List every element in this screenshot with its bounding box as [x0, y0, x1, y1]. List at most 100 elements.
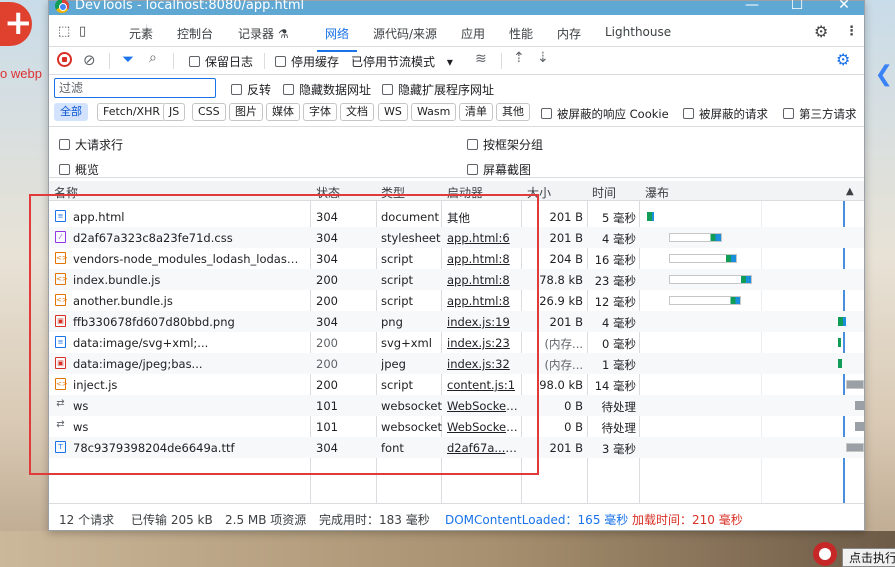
- type-filter-wasm[interactable]: Wasm: [411, 103, 457, 121]
- tab-recorder[interactable]: 记录器 ⚗: [238, 25, 289, 42]
- type-filter-font[interactable]: 字体: [303, 103, 337, 121]
- exec-button[interactable]: 点击执行: [842, 548, 895, 567]
- column-type[interactable]: 类型: [381, 184, 405, 201]
- waterfall-bar[interactable]: [647, 212, 654, 221]
- waterfall-bar[interactable]: [669, 275, 753, 284]
- request-initiator[interactable]: index.js:32: [447, 357, 519, 371]
- column-size[interactable]: 大小: [527, 184, 551, 201]
- column-time[interactable]: 时间: [592, 184, 616, 201]
- request-name[interactable]: d2af67a323c8a23fe71d.css: [73, 231, 305, 245]
- request-name[interactable]: 78c9379398204de6649a.ttf: [73, 441, 305, 455]
- table-row[interactable]: T 78c9379398204de6649a.ttf 304 font d2af67a.…: [49, 437, 864, 458]
- column-initiator[interactable]: 启动器: [447, 184, 483, 201]
- waterfall-bar[interactable]: [669, 254, 737, 263]
- throttle-select[interactable]: 已停用节流模式 ▾: [351, 53, 453, 70]
- request-name[interactable]: ffb330678fd607d80bbd.png: [73, 315, 305, 329]
- blocked-requests-checkbox[interactable]: 被屏蔽的请求: [683, 106, 768, 122]
- waterfall-bar[interactable]: [846, 380, 864, 389]
- table-row[interactable]: <> vendors-node_modules_lodash_lodash_js-…: [49, 248, 864, 269]
- export-har-icon[interactable]: ⇣: [537, 50, 549, 66]
- request-initiator[interactable]: app.html:8: [447, 252, 519, 266]
- waterfall-bar[interactable]: [837, 317, 847, 326]
- table-row[interactable]: ≡ data:image/svg+xml;... 200 svg+xml index.j…: [49, 332, 864, 353]
- type-filter-css[interactable]: CSS: [192, 103, 226, 121]
- table-row[interactable]: ▣ data:image/jpeg;bas... 200 jpeg index.js:3…: [49, 353, 864, 374]
- disable-cache-checkbox[interactable]: 停用缓存: [275, 53, 339, 70]
- request-initiator[interactable]: app.html:6: [447, 231, 519, 245]
- type-filter-ws[interactable]: WS: [378, 103, 408, 121]
- device-toolbar-icon[interactable]: ▯: [79, 24, 86, 39]
- request-initiator[interactable]: app.html:8: [447, 294, 519, 308]
- table-row[interactable]: ⁄ d2af67a323c8a23fe71d.css 304 stylesheet ap…: [49, 227, 864, 248]
- type-filter-fetch-xhr[interactable]: Fetch/XHR: [97, 103, 166, 121]
- request-initiator[interactable]: app.html:8: [447, 273, 519, 287]
- third-party-checkbox[interactable]: 第三方请求: [783, 106, 857, 122]
- request-name[interactable]: index.bundle.js: [73, 273, 305, 287]
- request-initiator[interactable]: index.js:23: [447, 336, 519, 350]
- tab-application[interactable]: 应用: [461, 25, 485, 42]
- table-row[interactable]: <> index.bundle.js 200 script app.html:8 78.8…: [49, 269, 864, 290]
- import-har-icon[interactable]: ⇡: [513, 50, 525, 66]
- type-filter-other[interactable]: 其他: [496, 103, 530, 121]
- maximize-button[interactable]: ☐: [787, 0, 807, 13]
- overview-checkbox[interactable]: 概览: [59, 161, 99, 178]
- screenshots-checkbox[interactable]: 屏幕截图: [467, 161, 531, 178]
- column-name[interactable]: 名称: [54, 184, 78, 201]
- request-name[interactable]: inject.js: [73, 378, 305, 392]
- tab-console[interactable]: 控制台: [177, 25, 213, 42]
- record-stop-icon[interactable]: [57, 52, 72, 67]
- column-status[interactable]: 状态: [316, 184, 340, 201]
- waterfall-bar[interactable]: [669, 233, 722, 242]
- request-initiator[interactable]: WebSocket...: [447, 420, 519, 434]
- table-row[interactable]: ⇄ ws 101 websocket WebSocket... 0 B 待处理: [49, 395, 864, 416]
- inspect-element-icon[interactable]: ⬚: [58, 24, 70, 39]
- hide-extension-urls-checkbox[interactable]: 隐藏扩展程序网址: [382, 81, 494, 98]
- table-row[interactable]: <> another.bundle.js 200 script app.html:8 26…: [49, 290, 864, 311]
- request-name[interactable]: vendors-node_modules_lodash_lodash_js-..…: [73, 252, 305, 266]
- tab-lighthouse[interactable]: Lighthouse: [605, 25, 671, 39]
- type-filter-manifest[interactable]: 清单: [459, 103, 493, 121]
- request-initiator[interactable]: d2af67a....css: [447, 441, 519, 455]
- waterfall-bar[interactable]: [846, 443, 864, 452]
- type-filter-media[interactable]: 媒体: [266, 103, 300, 121]
- preserve-log-checkbox[interactable]: 保留日志: [189, 53, 253, 70]
- tab-elements[interactable]: 元素: [129, 25, 153, 42]
- table-row[interactable]: ▣ ffb330678fd607d80bbd.png 304 png index.js:…: [49, 311, 864, 332]
- request-name[interactable]: ws: [73, 420, 305, 434]
- tab-sources[interactable]: 源代码/来源: [373, 25, 437, 42]
- table-row[interactable]: <> inject.js 200 script content.js:1 98.0 kB 1…: [49, 374, 864, 395]
- tab-performance[interactable]: 性能: [509, 25, 533, 42]
- request-initiator[interactable]: WebSocket...: [447, 399, 519, 413]
- network-settings-gear-icon[interactable]: ⚙: [836, 50, 850, 69]
- search-icon[interactable]: ⌕: [149, 50, 157, 66]
- waterfall-bar[interactable]: [669, 296, 742, 305]
- waterfall-bar[interactable]: [855, 401, 864, 410]
- filter-input[interactable]: [54, 78, 216, 98]
- column-waterfall[interactable]: 瀑布: [645, 184, 669, 201]
- request-name[interactable]: another.bundle.js: [73, 294, 305, 308]
- waterfall-bar[interactable]: [837, 338, 841, 347]
- request-name[interactable]: ws: [73, 399, 305, 413]
- request-name[interactable]: app.html: [73, 210, 305, 224]
- github-icon[interactable]: [813, 542, 837, 566]
- table-row[interactable]: ⇄ ws 101 websocket WebSocket... 0 B 待处理: [49, 416, 864, 437]
- big-rows-checkbox[interactable]: 大请求行: [59, 136, 123, 153]
- request-initiator[interactable]: index.js:19: [447, 315, 519, 329]
- type-filter-all[interactable]: 全部: [54, 103, 88, 121]
- waterfall-bar[interactable]: [837, 359, 843, 368]
- type-filter-js[interactable]: JS: [163, 103, 186, 121]
- settings-gear-icon[interactable]: ⚙: [814, 22, 828, 41]
- tab-memory[interactable]: 内存: [557, 25, 581, 42]
- invert-checkbox[interactable]: 反转: [231, 81, 271, 98]
- clear-icon[interactable]: ⊘: [83, 51, 96, 69]
- type-filter-img[interactable]: 图片: [229, 103, 263, 121]
- network-conditions-icon[interactable]: ≋: [475, 51, 487, 67]
- waterfall-bar[interactable]: [855, 422, 864, 431]
- request-name[interactable]: data:image/jpeg;bas...: [73, 357, 305, 371]
- close-button[interactable]: ✕: [834, 0, 854, 13]
- tab-network[interactable]: 网络: [316, 25, 358, 52]
- type-filter-doc[interactable]: 文档: [340, 103, 374, 121]
- sort-up-icon[interactable]: ▲: [846, 186, 854, 197]
- request-name[interactable]: data:image/svg+xml;...: [73, 336, 305, 350]
- blocked-cookies-checkbox[interactable]: 被屏蔽的响应 Cookie: [541, 106, 669, 122]
